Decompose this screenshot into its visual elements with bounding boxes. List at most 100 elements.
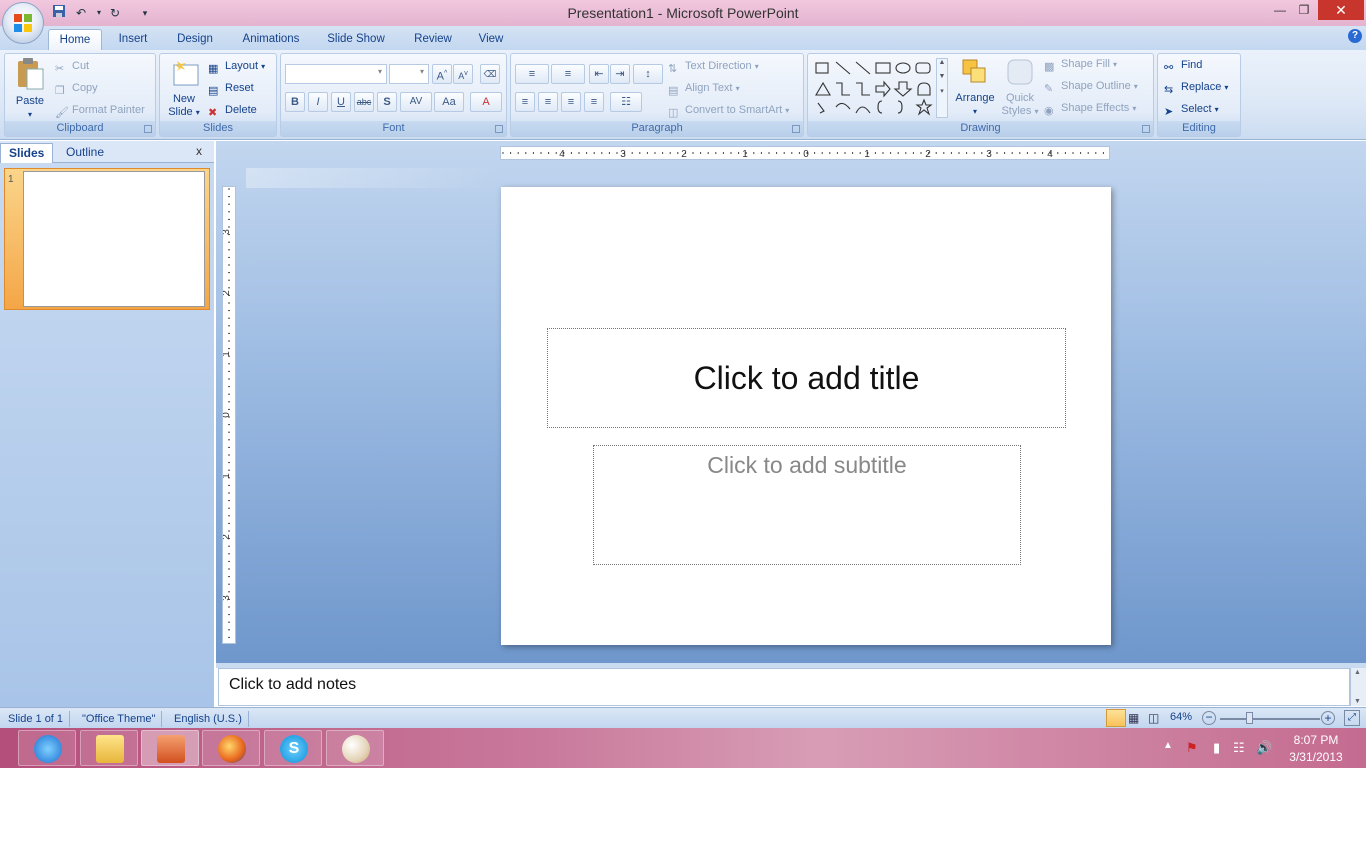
taskbar-skype[interactable]: S bbox=[264, 730, 322, 766]
copy-button[interactable]: ❐ Copy bbox=[55, 78, 98, 98]
tab-slide-show[interactable]: Slide Show bbox=[318, 29, 394, 51]
line-spacing-icon[interactable]: ↕ bbox=[633, 64, 663, 84]
help-icon[interactable]: ? bbox=[1348, 29, 1362, 43]
align-left-icon[interactable]: ≡ bbox=[515, 92, 535, 112]
tab-animations[interactable]: Animations bbox=[232, 29, 310, 51]
status-language[interactable]: English (U.S.) bbox=[168, 711, 249, 727]
paragraph-launcher-icon[interactable] bbox=[792, 125, 800, 133]
align-right-icon[interactable]: ≡ bbox=[561, 92, 581, 112]
delete-button[interactable]: ✖ Delete bbox=[208, 100, 257, 120]
arrange-button[interactable]: Arrange ▾ bbox=[952, 56, 998, 118]
find-button[interactable]: ⚯ Find bbox=[1164, 55, 1202, 75]
numbering-icon[interactable]: ≡ bbox=[551, 64, 585, 84]
columns-icon[interactable]: ☷ bbox=[610, 92, 642, 112]
change-case-button[interactable]: Aa bbox=[434, 92, 464, 112]
tab-design[interactable]: Design bbox=[168, 29, 222, 51]
taskbar-firefox[interactable] bbox=[202, 730, 260, 766]
replace-button[interactable]: ⇆ Replace ▾ bbox=[1164, 77, 1228, 97]
customize-qat-icon[interactable]: ▾ bbox=[136, 4, 154, 22]
horizontal-ruler[interactable]: 4 3 2 1 0 1 2 3 4 bbox=[500, 146, 1110, 160]
shape-fill-button[interactable]: ▩ Shape Fill ▾ bbox=[1044, 54, 1117, 74]
save-icon[interactable] bbox=[50, 4, 68, 22]
tab-insert[interactable]: Insert bbox=[108, 29, 158, 51]
subtitle-placeholder[interactable]: Click to add subtitle bbox=[593, 445, 1021, 565]
underline-button[interactable]: U bbox=[331, 92, 351, 112]
quick-styles-button[interactable]: Quick Styles ▾ bbox=[998, 56, 1042, 118]
tab-view[interactable]: View bbox=[468, 29, 514, 51]
shape-outline-button[interactable]: ✎ Shape Outline ▾ bbox=[1044, 76, 1138, 96]
ruler-label: 3 bbox=[223, 229, 232, 235]
select-button[interactable]: ➤ Select ▾ bbox=[1164, 99, 1219, 119]
character-spacing-button[interactable]: AV bbox=[400, 92, 432, 112]
vertical-ruler[interactable]: 3 2 1 0 1 2 3 bbox=[221, 186, 236, 644]
clear-formatting-icon[interactable]: ⌫ bbox=[480, 64, 500, 84]
normal-view-icon[interactable] bbox=[1106, 709, 1126, 727]
paste-button[interactable]: Paste ▾ bbox=[9, 57, 51, 121]
title-placeholder[interactable]: Click to add title bbox=[547, 328, 1066, 428]
font-name-combo[interactable]: ▾ bbox=[285, 64, 387, 84]
taskbar-paint[interactable] bbox=[326, 730, 384, 766]
slide-sorter-icon[interactable]: ▦ bbox=[1128, 711, 1139, 725]
office-button[interactable] bbox=[2, 2, 44, 44]
zoom-out-icon[interactable]: − bbox=[1202, 711, 1216, 725]
taskbar-explorer[interactable] bbox=[80, 730, 138, 766]
fit-to-window-icon[interactable]: ⤢ bbox=[1344, 710, 1360, 726]
redo-icon[interactable]: ↻ bbox=[106, 4, 124, 22]
decrease-indent-icon[interactable]: ⇤ bbox=[589, 64, 609, 84]
new-slide-button[interactable]: New Slide ▾ bbox=[163, 57, 205, 119]
shrink-font-icon[interactable]: Av bbox=[453, 64, 473, 84]
volume-icon[interactable]: 🔊 bbox=[1256, 740, 1272, 756]
paint-icon bbox=[342, 735, 370, 763]
clock-date[interactable]: 3/31/2013 bbox=[1284, 750, 1348, 764]
italic-button[interactable]: I bbox=[308, 92, 328, 112]
shadow-button[interactable]: S bbox=[377, 92, 397, 112]
text-direction-button[interactable]: ⇅ Text Direction ▾ bbox=[668, 56, 759, 76]
font-color-button[interactable]: A bbox=[470, 92, 502, 112]
justify-icon[interactable]: ≡ bbox=[584, 92, 604, 112]
slide-show-icon[interactable]: ◫ bbox=[1148, 711, 1159, 725]
action-center-flag-icon[interactable]: ⚑ bbox=[1186, 740, 1198, 756]
increase-indent-icon[interactable]: ⇥ bbox=[610, 64, 630, 84]
clock-time[interactable]: 8:07 PM bbox=[1284, 733, 1348, 747]
reset-button[interactable]: ▤ Reset bbox=[208, 78, 254, 98]
drawing-launcher-icon[interactable] bbox=[1142, 125, 1150, 133]
zoom-level[interactable]: 64% bbox=[1170, 711, 1192, 723]
maximize-button[interactable]: ❐ bbox=[1290, 0, 1318, 20]
clipboard-launcher-icon[interactable] bbox=[144, 125, 152, 133]
slide-thumbnail[interactable] bbox=[23, 171, 205, 307]
font-launcher-icon[interactable] bbox=[495, 125, 503, 133]
notes-pane[interactable]: Click to add notes bbox=[218, 668, 1350, 706]
strikethrough-button[interactable]: abc bbox=[354, 92, 374, 112]
notes-scrollbar[interactable]: ▲ ▼ bbox=[1350, 668, 1366, 706]
undo-icon[interactable]: ↶ bbox=[72, 4, 90, 22]
shapes-gallery[interactable] bbox=[814, 59, 934, 119]
align-text-button[interactable]: ▤ Align Text ▾ bbox=[668, 78, 740, 98]
taskbar-ie[interactable] bbox=[18, 730, 76, 766]
grow-font-icon[interactable]: A^ bbox=[432, 64, 452, 84]
shapes-scroll[interactable]: ▲ ▼ ▾ bbox=[936, 58, 948, 118]
zoom-slider-track[interactable] bbox=[1220, 718, 1320, 720]
tab-review[interactable]: Review bbox=[404, 29, 462, 51]
tray-overflow-icon[interactable]: ▲ bbox=[1163, 740, 1173, 751]
powerpoint-icon bbox=[157, 735, 185, 763]
cut-button[interactable]: ✂ Cut bbox=[55, 56, 89, 76]
align-center-icon[interactable]: ≡ bbox=[538, 92, 558, 112]
zoom-slider-thumb[interactable] bbox=[1246, 712, 1253, 724]
tab-outline[interactable]: Outline bbox=[58, 143, 112, 163]
shape-effects-button[interactable]: ◉ Shape Effects ▾ bbox=[1044, 98, 1136, 118]
tab-home[interactable]: Home bbox=[48, 29, 102, 51]
close-pane-icon[interactable]: x bbox=[196, 144, 202, 158]
bold-button[interactable]: B bbox=[285, 92, 305, 112]
tab-slides[interactable]: Slides bbox=[0, 143, 54, 163]
convert-smartart-button[interactable]: ◫ Convert to SmartArt ▾ bbox=[668, 100, 789, 120]
font-size-combo[interactable]: ▾ bbox=[389, 64, 429, 84]
status-theme[interactable]: "Office Theme" bbox=[76, 711, 163, 727]
battery-icon[interactable]: ▮ bbox=[1213, 740, 1220, 756]
zoom-in-icon[interactable]: + bbox=[1321, 711, 1335, 725]
network-icon[interactable]: ☷ bbox=[1233, 740, 1245, 756]
layout-button[interactable]: ▦ Layout ▾ bbox=[208, 56, 265, 76]
close-button[interactable]: ✕ bbox=[1318, 0, 1364, 20]
bullets-icon[interactable]: ≡ bbox=[515, 64, 549, 84]
format-painter-button[interactable]: 🖌 Format Painter bbox=[55, 100, 145, 120]
taskbar-powerpoint[interactable] bbox=[141, 730, 199, 766]
